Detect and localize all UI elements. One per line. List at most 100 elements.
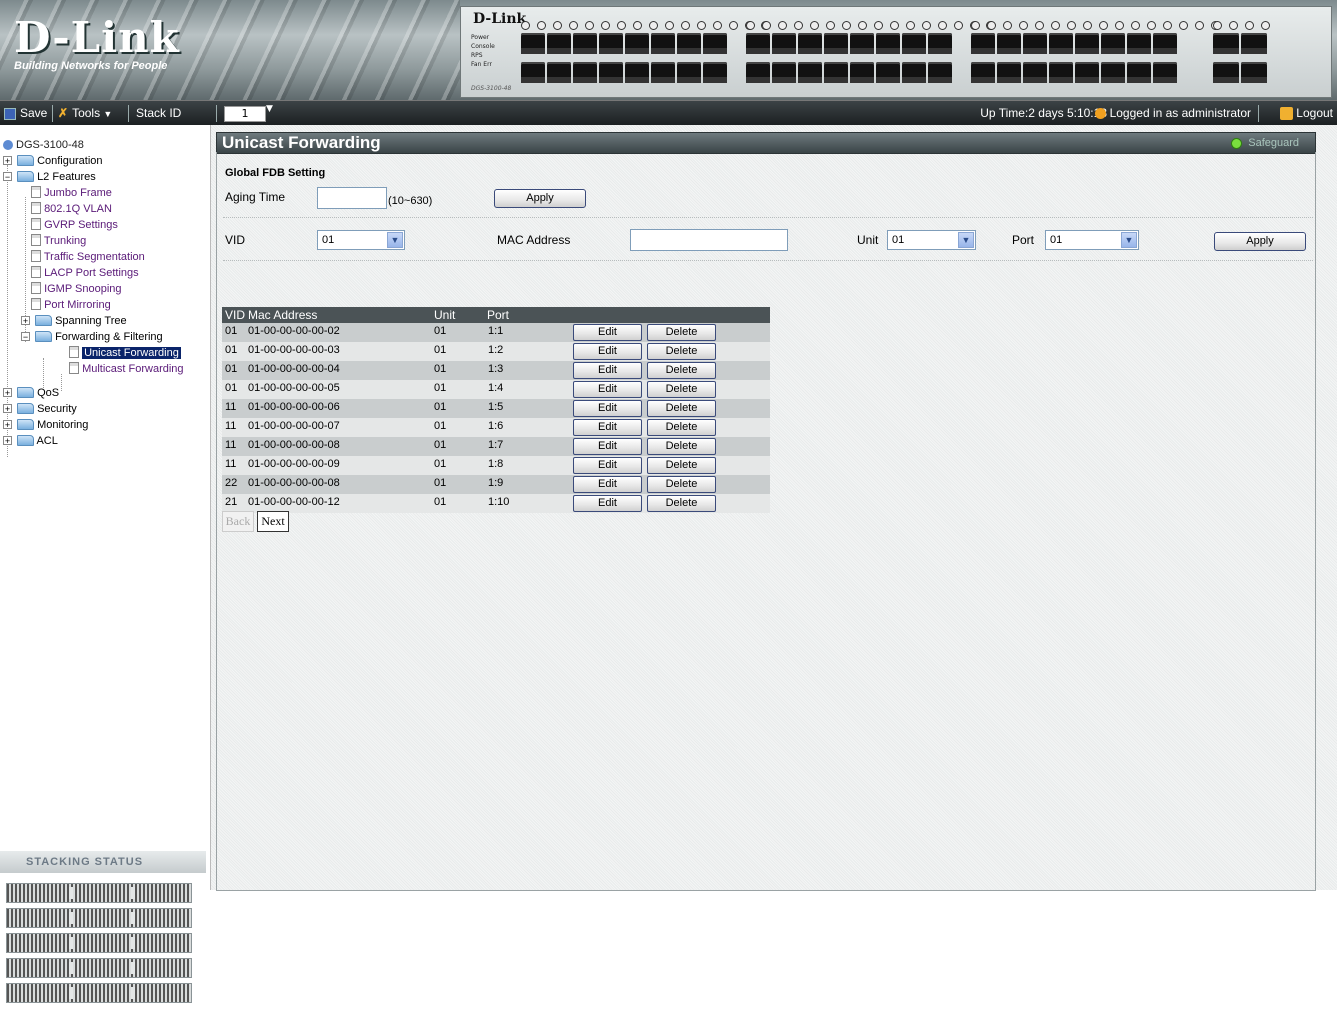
cell-unit: 01	[434, 325, 447, 337]
expand-icon[interactable]: +	[3, 420, 12, 430]
port-led	[553, 21, 562, 30]
delete-button[interactable]: Delete	[647, 324, 716, 341]
toolbar-divider	[216, 105, 217, 122]
aging-time-input[interactable]	[317, 187, 387, 209]
port-select[interactable]: 01 ▼	[1045, 230, 1139, 250]
sidebar-item-security[interactable]: + Security	[3, 401, 77, 417]
delete-button[interactable]: Delete	[647, 381, 716, 398]
sidebar-item-acl[interactable]: + ACL	[3, 433, 58, 449]
sidebar: DGS-3100-48 + Configuration − L2 Feature…	[0, 125, 211, 1003]
sidebar-item-l2-features[interactable]: − L2 Features	[3, 169, 96, 185]
chevron-down-icon: ▼	[103, 109, 113, 119]
stack-id-dropdown-icon[interactable]: ▼	[266, 104, 273, 114]
delete-button[interactable]: Delete	[647, 419, 716, 436]
delete-button[interactable]: Delete	[647, 495, 716, 512]
stack-unit-2[interactable]	[6, 908, 192, 928]
sidebar-item-configuration[interactable]: + Configuration	[3, 153, 103, 169]
vid-select[interactable]: 01 ▼	[317, 230, 405, 250]
collapse-icon[interactable]: −	[3, 172, 12, 182]
logged-in-status: Logged in as administrator	[1094, 101, 1251, 126]
ethernet-port	[1101, 62, 1125, 83]
sidebar-item-igmp-snooping[interactable]: IGMP Snooping	[31, 281, 122, 297]
expand-icon[interactable]: +	[3, 436, 12, 446]
collapse-icon[interactable]: −	[21, 332, 30, 342]
ethernet-port	[573, 33, 597, 54]
stack-unit-4[interactable]	[6, 958, 192, 978]
ethernet-port	[703, 62, 727, 83]
sidebar-item-gvrp-settings[interactable]: GVRP Settings	[31, 217, 118, 233]
sidebar-item-root[interactable]: DGS-3100-48	[3, 137, 84, 153]
cell-mac: 01-00-00-00-00-07	[248, 420, 340, 432]
edit-button[interactable]: Edit	[573, 400, 642, 417]
expand-icon[interactable]: +	[3, 388, 12, 398]
ethernet-port	[876, 33, 900, 54]
delete-button[interactable]: Delete	[647, 457, 716, 474]
sidebar-item-qos[interactable]: + QoS	[3, 385, 59, 401]
sidebar-item-spanning-tree[interactable]: + Spanning Tree	[21, 313, 127, 329]
stack-id-select[interactable]: 1	[224, 106, 266, 122]
port-led	[954, 21, 963, 30]
edit-button[interactable]: Edit	[573, 419, 642, 436]
sidebar-item-forwarding-filtering[interactable]: − Forwarding & Filtering	[21, 329, 163, 345]
folder-open-icon	[35, 330, 52, 342]
logout-button[interactable]: Logout	[1280, 101, 1333, 126]
sidebar-item-multicast-forwarding[interactable]: Multicast Forwarding	[69, 361, 184, 377]
sidebar-item-traffic-segmentation[interactable]: Traffic Segmentation	[31, 249, 145, 265]
stack-unit-1[interactable]	[6, 883, 192, 903]
sidebar-item-jumbo-frame[interactable]: Jumbo Frame	[31, 185, 112, 201]
unit-select[interactable]: 01 ▼	[887, 230, 976, 250]
ethernet-port	[677, 33, 701, 54]
sidebar-item-trunking[interactable]: Trunking	[31, 233, 86, 249]
ethernet-port	[1023, 33, 1047, 54]
mac-address-input[interactable]	[630, 229, 788, 251]
sidebar-item-lacp-port-settings[interactable]: LACP Port Settings	[31, 265, 139, 281]
stack-unit-5[interactable]	[6, 983, 192, 1003]
edit-button[interactable]: Edit	[573, 362, 642, 379]
switch-icon	[3, 140, 13, 151]
sidebar-item-monitoring[interactable]: + Monitoring	[3, 417, 88, 433]
delete-button[interactable]: Delete	[647, 400, 716, 417]
delete-button[interactable]: Delete	[647, 362, 716, 379]
delete-button[interactable]: Delete	[647, 343, 716, 360]
edit-button[interactable]: Edit	[573, 381, 642, 398]
cell-unit: 01	[434, 420, 447, 432]
delete-button[interactable]: Delete	[647, 438, 716, 455]
page-icon	[31, 282, 41, 295]
table-row: 11 01-00-00-00-00-07 01 1:6 Edit Delete	[222, 418, 770, 437]
folder-icon	[17, 154, 34, 166]
back-button[interactable]: Back	[222, 511, 254, 532]
sidebar-item-port-mirroring[interactable]: Port Mirroring	[31, 297, 111, 313]
edit-button[interactable]: Edit	[573, 476, 642, 493]
sidebar-item-unicast-forwarding[interactable]: Unicast Forwarding	[69, 345, 181, 361]
cell-port: 1:8	[488, 458, 504, 470]
apply-fdb-button[interactable]: Apply	[1214, 232, 1306, 251]
edit-button[interactable]: Edit	[573, 457, 642, 474]
stack-unit-3[interactable]	[6, 933, 192, 953]
port-led	[1245, 21, 1254, 30]
edit-button[interactable]: Edit	[573, 438, 642, 455]
logout-label: Logout	[1296, 106, 1333, 120]
port-row	[746, 62, 995, 83]
folder-icon	[17, 402, 34, 414]
delete-button[interactable]: Delete	[647, 476, 716, 493]
edit-button[interactable]: Edit	[573, 343, 642, 360]
tools-menu[interactable]: ✗ Tools ▼	[58, 101, 112, 126]
expand-icon[interactable]: +	[3, 156, 12, 166]
ethernet-port	[599, 62, 623, 83]
next-button[interactable]: Next	[257, 511, 289, 532]
save-button[interactable]: Save	[4, 101, 47, 126]
port-led	[874, 21, 883, 30]
ethernet-port	[850, 33, 874, 54]
ethernet-port	[651, 62, 675, 83]
sidebar-label-configuration: Configuration	[37, 155, 103, 167]
edit-button[interactable]: Edit	[573, 324, 642, 341]
port-row	[971, 62, 1220, 83]
sidebar-label-security: Security	[37, 403, 77, 415]
cell-vid: 11	[225, 458, 237, 470]
expand-icon[interactable]: +	[21, 316, 30, 326]
port-led	[1067, 21, 1076, 30]
sidebar-item-8021q-vlan[interactable]: 802.1Q VLAN	[31, 201, 112, 217]
apply-aging-button[interactable]: Apply	[494, 189, 586, 208]
edit-button[interactable]: Edit	[573, 495, 642, 512]
expand-icon[interactable]: +	[3, 404, 12, 414]
